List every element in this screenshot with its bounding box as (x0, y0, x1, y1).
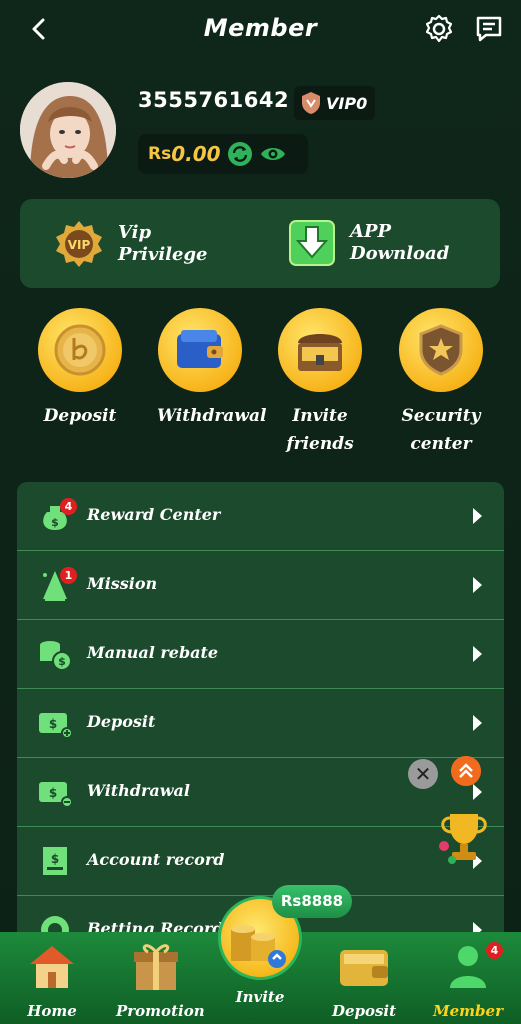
balance-value: 0.00 (171, 142, 221, 166)
chevron-right-icon (473, 784, 482, 800)
invite-reward-pill[interactable]: Rs8888 (272, 885, 352, 918)
menu-account-record[interactable]: $ Account record (17, 827, 504, 896)
coins-stack-icon: $ (40, 641, 72, 671)
nav-deposit[interactable]: Deposit (324, 940, 404, 1020)
app-line1: APP (350, 221, 392, 242)
quick-deposit[interactable]: Deposit (37, 308, 123, 430)
scroll-top-icon[interactable] (451, 756, 481, 786)
menu-badge: 4 (60, 498, 77, 515)
quick-label-2: friends (286, 434, 354, 454)
svg-text:$: $ (49, 717, 57, 731)
menu-badge: 1 (60, 567, 77, 584)
chevron-right-icon (473, 577, 482, 593)
nav-label: Home (27, 1002, 77, 1020)
vip-crown-icon: VIP (56, 221, 102, 267)
nav-label: Deposit (331, 1002, 397, 1020)
gear-icon[interactable] (422, 12, 456, 46)
deposit-card-icon: $ (39, 713, 73, 739)
vip-line2: Privilege (118, 244, 208, 265)
trophy-icon[interactable] (436, 808, 492, 868)
gold-wallet-icon (340, 950, 388, 986)
shield-badge-icon (419, 324, 463, 376)
user-id: 3555761642 (138, 88, 290, 112)
message-icon[interactable] (472, 12, 506, 46)
quick-security-center[interactable]: Security center (398, 308, 484, 458)
eye-icon[interactable] (259, 143, 287, 165)
nav-member[interactable]: 4 Member (428, 940, 508, 1020)
svg-text:$: $ (58, 655, 66, 668)
app-download-button[interactable]: APP Download (288, 219, 449, 267)
menu-label: Manual rebate (87, 643, 219, 662)
menu-label: Withdrawal (87, 781, 190, 800)
menu-reward-center[interactable]: $ 4 Reward Center (17, 482, 504, 551)
menu-mission[interactable]: 1 Mission (17, 551, 504, 620)
chevron-right-icon (473, 508, 482, 524)
download-icon (289, 220, 335, 266)
feature-panel: VIP Vip Privilege APP Download (20, 199, 500, 288)
currency-label: Rs (148, 144, 172, 164)
quick-label: Deposit (43, 406, 117, 426)
header: Member (0, 0, 521, 60)
nav-promotion[interactable]: Promotion (116, 940, 205, 1020)
app-line2: Download (350, 243, 450, 264)
quick-withdrawal[interactable]: Withdrawal (157, 308, 267, 430)
member-page: Member 3555761642 VIP0 Rs 0.00 VIP Vip P… (0, 0, 521, 1024)
chevron-right-icon (473, 646, 482, 662)
treasure-chest-icon (298, 334, 342, 371)
nav-invite[interactable]: Invite (220, 988, 300, 1006)
vip-privilege-button[interactable]: VIP Vip Privilege (54, 219, 207, 269)
menu-list: $ 4 Reward Center 1 Mission $ Manual reb… (17, 482, 504, 942)
quick-label: Invite (292, 406, 348, 426)
withdraw-card-icon: $ (39, 782, 73, 808)
nav-home[interactable]: Home (12, 940, 92, 1020)
menu-label: Account record (87, 850, 225, 869)
svg-text:$: $ (49, 786, 57, 800)
record-icon: $ (43, 847, 67, 875)
coin-icon (54, 324, 106, 376)
vip-badge[interactable]: VIP0 (294, 86, 376, 120)
vip-shield-icon (302, 92, 320, 114)
quick-label-2: center (410, 434, 472, 454)
menu-label: Deposit (87, 712, 156, 731)
menu-manual-rebate[interactable]: $ Manual rebate (17, 620, 504, 689)
quick-invite-friends[interactable]: Invite friends (277, 308, 363, 458)
refresh-icon[interactable] (227, 141, 253, 167)
chevron-right-icon (473, 715, 482, 731)
svg-text:$: $ (51, 516, 59, 529)
menu-label: Reward Center (87, 505, 221, 524)
nav-label: Member (433, 1002, 503, 1020)
nav-member-badge: 4 (486, 942, 503, 959)
svg-text:$: $ (51, 852, 59, 866)
float-close-button[interactable]: ✕ (408, 759, 438, 789)
vip-level: VIP0 (326, 93, 368, 113)
menu-label: Mission (87, 574, 158, 593)
house-icon (30, 946, 74, 988)
menu-deposit[interactable]: $ Deposit (17, 689, 504, 758)
svg-text:VIP: VIP (68, 238, 91, 252)
nav-label: Invite (235, 988, 285, 1006)
gift-icon (134, 944, 178, 990)
vip-line1: Vip (118, 222, 152, 243)
nav-label: Promotion (116, 1002, 205, 1020)
avatar[interactable] (20, 82, 116, 178)
quick-label: Security (401, 406, 481, 426)
wallet-icon (177, 330, 223, 368)
balance-box: Rs 0.00 (138, 134, 308, 174)
quick-label: Withdrawal (157, 406, 267, 426)
